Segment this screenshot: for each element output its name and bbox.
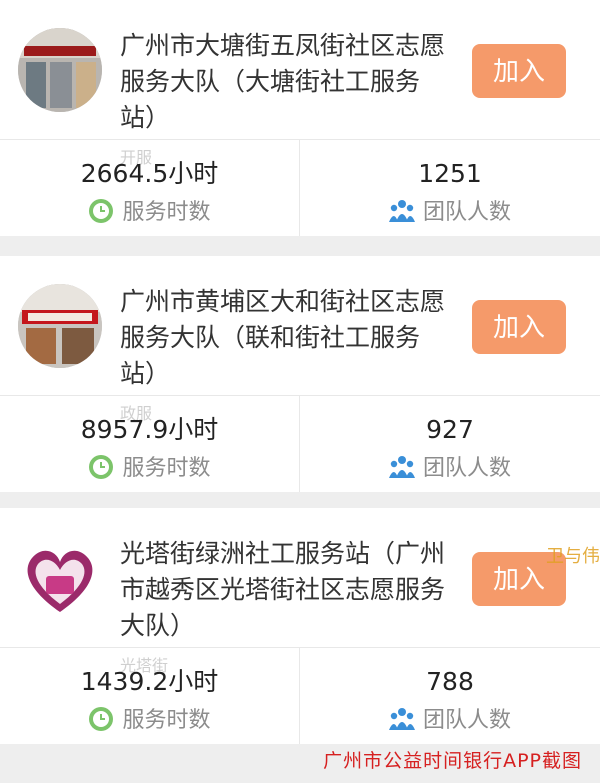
service-hours-label: 服务时数	[122, 200, 211, 225]
team-stats: 政服 8957.9小时 服务时数 927 团队人数	[0, 396, 600, 492]
team-members-stat: 1251 团队人数	[300, 140, 600, 236]
team-name: 广州市大塘街五凤街社区志愿服务大队（大塘街社工服务站）	[120, 31, 446, 132]
team-members-label-row: 团队人数	[300, 454, 600, 484]
team-card[interactable]: 广州市大塘街五凤街社区志愿服务大队（大塘街社工服务站） 加入 开服 2664.5…	[0, 0, 600, 236]
service-hours-label-row: 服务时数	[0, 198, 299, 228]
clock-icon	[89, 455, 114, 479]
people-icon	[388, 708, 415, 730]
join-button[interactable]: 加入	[472, 300, 566, 354]
service-hours-stat: 2664.5小时 服务时数	[0, 140, 300, 236]
service-hours-stat: 1439.2小时 服务时数	[0, 648, 300, 744]
service-hours-value: 1439.2小时	[80, 667, 219, 696]
team-card[interactable]: 广州市黄埔区大和街社区志愿服务大队（联和街社工服务站） 加入 政服 8957.9…	[0, 256, 600, 492]
team-avatar	[18, 284, 102, 368]
team-members-stat: 788 团队人数	[300, 648, 600, 744]
team-name: 光塔街绿洲社工服务站（广州市越秀区光塔街社区志愿服务大队）	[120, 539, 446, 640]
people-icon	[388, 200, 415, 222]
team-stats: 开服 2664.5小时 服务时数 1251 团队人数	[0, 140, 600, 236]
watermark-text: 卫与伟	[546, 546, 600, 567]
service-hours-label: 服务时数	[122, 708, 211, 733]
team-members-label: 团队人数	[422, 708, 511, 733]
team-members-value: 927	[426, 415, 474, 444]
team-avatar	[18, 28, 102, 112]
service-hours-label: 服务时数	[122, 456, 211, 481]
team-card-header: 广州市大塘街五凤街社区志愿服务大队（大塘街社工服务站） 加入	[0, 0, 600, 140]
team-name: 广州市黄埔区大和街社区志愿服务大队（联和街社工服务站）	[120, 287, 446, 388]
team-members-label: 团队人数	[422, 456, 511, 481]
team-card[interactable]: 光塔街绿洲社工服务站（广州市越秀区光塔街社区志愿服务大队） 加入 光塔街 143…	[0, 508, 600, 744]
join-button[interactable]: 加入	[472, 44, 566, 98]
service-hours-label-row: 服务时数	[0, 706, 299, 736]
screenshot-caption: 广州市公益时间银行APP截图	[323, 750, 582, 772]
clock-icon	[89, 199, 114, 223]
team-members-label: 团队人数	[422, 200, 511, 225]
team-members-label-row: 团队人数	[300, 198, 600, 228]
team-members-value: 1251	[418, 159, 482, 188]
service-hours-value: 8957.9小时	[80, 415, 219, 444]
team-card-header: 光塔街绿洲社工服务站（广州市越秀区光塔街社区志愿服务大队） 加入	[0, 508, 600, 648]
team-stats: 光塔街 1439.2小时 服务时数 788 团队人数	[0, 648, 600, 744]
people-icon	[388, 456, 415, 478]
service-hours-stat: 8957.9小时 服务时数	[0, 396, 300, 492]
clock-icon	[89, 707, 114, 731]
team-members-value: 788	[426, 667, 474, 696]
service-hours-value: 2664.5小时	[80, 159, 219, 188]
team-members-label-row: 团队人数	[300, 706, 600, 736]
service-hours-label-row: 服务时数	[0, 454, 299, 484]
team-avatar	[18, 536, 102, 620]
team-card-header: 广州市黄埔区大和街社区志愿服务大队（联和街社工服务站） 加入	[0, 256, 600, 396]
team-members-stat: 927 团队人数	[300, 396, 600, 492]
